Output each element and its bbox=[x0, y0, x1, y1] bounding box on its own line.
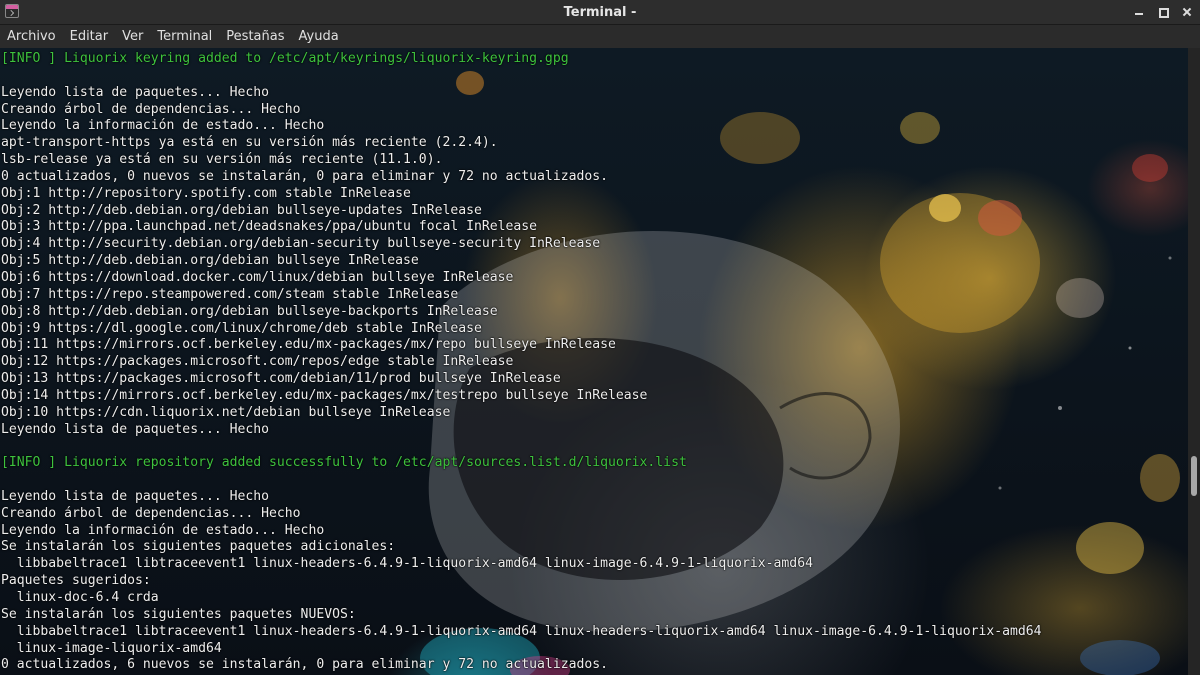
terminal-line: apt-transport-https ya está en su versió… bbox=[1, 135, 498, 151]
terminal-line: Obj:9 https://dl.google.com/linux/chrome… bbox=[1, 320, 482, 336]
terminal-line: libbabeltrace1 libtraceevent1 linux-head… bbox=[1, 623, 1042, 639]
terminal-line: linux-image-liquorix-amd64 bbox=[1, 640, 222, 656]
terminal-output-area[interactable]: [INFO ] Liquorix keyring added to /etc/a… bbox=[0, 48, 1188, 675]
terminal-line: Leyendo la información de estado... Hech… bbox=[1, 522, 325, 538]
terminal-line: Obj:8 http://deb.debian.org/debian bulls… bbox=[1, 303, 498, 319]
terminal-line: Obj:1 http://repository.spotify.com stab… bbox=[1, 185, 411, 201]
menu-ver[interactable]: Ver bbox=[115, 29, 150, 44]
menu-editar[interactable]: Editar bbox=[63, 29, 116, 44]
scrollbar-thumb[interactable] bbox=[1191, 456, 1197, 496]
terminal-line: Se instalarán los siguientes paquetes ad… bbox=[1, 539, 396, 555]
terminal-line: Leyendo lista de paquetes... Hecho bbox=[1, 84, 270, 100]
terminal-line: libbabeltrace1 libtraceevent1 linux-head… bbox=[1, 556, 813, 572]
terminal-line: Obj:13 https://packages.microsoft.com/de… bbox=[1, 371, 561, 387]
minimize-icon[interactable] bbox=[1134, 7, 1144, 17]
terminal-line: Obj:6 https://download.docker.com/linux/… bbox=[1, 269, 514, 285]
terminal-text: [INFO ] Liquorix keyring added to /etc/a… bbox=[1, 51, 1042, 674]
window-controls bbox=[1134, 0, 1192, 24]
terminal-line: Leyendo lista de paquetes... Hecho bbox=[1, 421, 270, 437]
terminal-line: Obj:11 https://mirrors.ocf.berkeley.edu/… bbox=[1, 337, 616, 353]
menu-archivo[interactable]: Archivo bbox=[0, 29, 63, 44]
terminal-line: Obj:10 https://cdn.liquorix.net/debian b… bbox=[1, 404, 451, 420]
terminal-line: Creando árbol de dependencias... Hecho bbox=[1, 101, 301, 117]
menu-terminal[interactable]: Terminal bbox=[150, 29, 219, 44]
terminal-line: Obj:4 http://security.debian.org/debian-… bbox=[1, 236, 601, 252]
terminal-line: Leyendo lista de paquetes... Hecho bbox=[1, 488, 270, 504]
terminal-line: linux-doc-6.4 crda bbox=[1, 590, 159, 605]
terminal-line: Obj:5 http://deb.debian.org/debian bulls… bbox=[1, 253, 419, 269]
menu-ayuda[interactable]: Ayuda bbox=[292, 29, 346, 44]
terminal-info-line: [INFO ] Liquorix keyring added to /etc/a… bbox=[1, 51, 569, 66]
terminal-line: Obj:14 https://mirrors.ocf.berkeley.edu/… bbox=[1, 387, 648, 403]
terminal-line: Creando árbol de dependencias... Hecho bbox=[1, 505, 301, 521]
terminal-line: Obj:2 http://deb.debian.org/debian bulls… bbox=[1, 202, 482, 218]
terminal-line: Obj:7 https://repo.steampowered.com/stea… bbox=[1, 286, 459, 302]
terminal-line: Obj:12 https://packages.microsoft.com/re… bbox=[1, 354, 514, 370]
terminal-line: Leyendo la información de estado... Hech… bbox=[1, 118, 325, 134]
terminal-info-line: [INFO ] Liquorix repository added succes… bbox=[1, 455, 687, 471]
terminal-line: Se instalarán los siguientes paquetes NU… bbox=[1, 606, 356, 622]
terminal-line: 0 actualizados, 6 nuevos se instalarán, … bbox=[1, 657, 608, 673]
close-icon[interactable] bbox=[1182, 7, 1192, 17]
menu-pestanas[interactable]: Pestañas bbox=[219, 29, 291, 44]
terminal-line: Paquetes sugeridos: bbox=[1, 573, 151, 589]
terminal-line: lsb-release ya está en su versión más re… bbox=[1, 152, 443, 168]
menu-bar: Archivo Editar Ver Terminal Pestañas Ayu… bbox=[0, 25, 1200, 48]
terminal-line: 0 actualizados, 0 nuevos se instalarán, … bbox=[1, 168, 608, 184]
window-title: Terminal - bbox=[563, 4, 637, 20]
maximize-icon[interactable] bbox=[1158, 7, 1169, 18]
scrollbar[interactable] bbox=[1188, 48, 1200, 675]
terminal-line: Obj:3 http://ppa.launchpad.net/deadsnake… bbox=[1, 219, 538, 235]
title-bar[interactable]: Terminal - bbox=[0, 0, 1200, 25]
terminal-app-icon bbox=[5, 4, 19, 18]
